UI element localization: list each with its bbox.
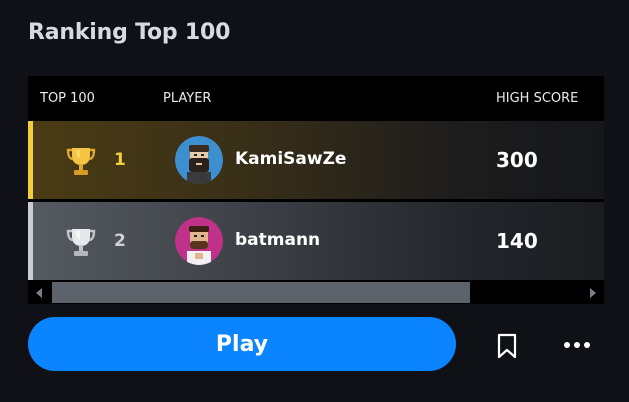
column-header-rank: TOP 100 — [40, 91, 95, 106]
player-name[interactable]: batmann — [235, 230, 320, 250]
scroll-left-arrow-icon[interactable] — [36, 288, 42, 298]
table-row[interactable]: 2 batmann 140 — [28, 202, 604, 280]
player-score: 300 — [496, 148, 538, 172]
bookmark-icon[interactable] — [494, 332, 520, 360]
ranking-table: TOP 100 PLAYER HIGH SCORE 1 KamiSawZe 30… — [28, 76, 604, 304]
table-header: TOP 100 PLAYER HIGH SCORE — [28, 76, 604, 120]
more-dots-icon[interactable] — [560, 332, 594, 358]
silver-trophy-icon — [66, 229, 96, 256]
player-name[interactable]: KamiSawZe — [235, 149, 346, 169]
table-row[interactable]: 1 KamiSawZe 300 — [28, 121, 604, 199]
player-score: 140 — [496, 229, 538, 253]
page-title: Ranking Top 100 — [28, 20, 231, 45]
rank-number: 2 — [114, 231, 126, 251]
column-header-player: PLAYER — [163, 91, 212, 106]
horizontal-scrollbar[interactable] — [28, 282, 604, 304]
scroll-right-arrow-icon[interactable] — [590, 288, 596, 298]
avatar[interactable] — [175, 217, 223, 265]
scrollbar-thumb[interactable] — [52, 282, 470, 303]
player-avatar-image — [175, 136, 223, 184]
avatar[interactable] — [175, 136, 223, 184]
column-header-score: HIGH SCORE — [496, 91, 579, 106]
player-avatar-image — [175, 217, 223, 265]
gold-trophy-icon — [66, 148, 96, 175]
play-button[interactable]: Play — [28, 317, 456, 371]
rank-number: 1 — [114, 150, 126, 170]
